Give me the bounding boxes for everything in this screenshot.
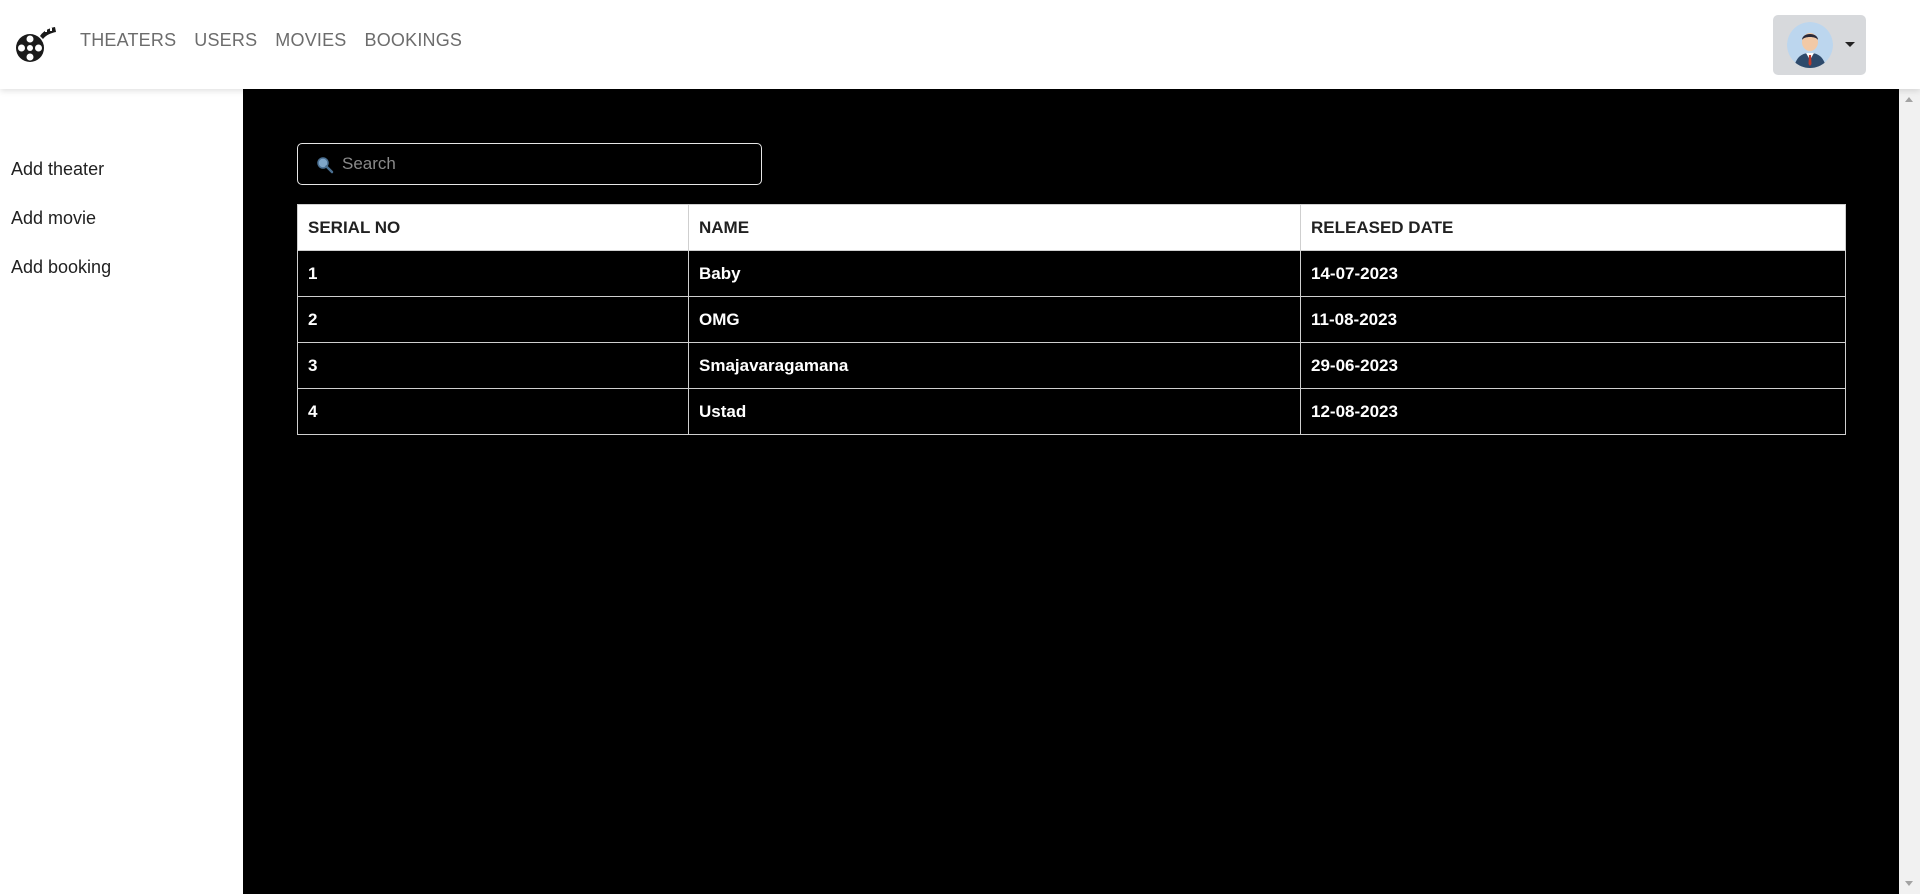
chevron-down-icon xyxy=(1845,42,1855,47)
sidebar: Add theater Add movie Add booking xyxy=(0,89,243,894)
table-header-row: SERIAL NO NAME RELEASED DATE xyxy=(297,204,1846,251)
cell-serial-no: 3 xyxy=(297,342,689,389)
top-navbar: THEATERS USERS MOVIES BOOKINGS xyxy=(0,0,1920,89)
cell-released-date: 11-08-2023 xyxy=(1300,296,1846,343)
nav-movies[interactable]: MOVIES xyxy=(275,30,346,51)
vertical-scrollbar[interactable] xyxy=(1899,89,1920,894)
scroll-down-arrow-icon[interactable] xyxy=(1905,881,1913,886)
sidebar-item-add-movie[interactable]: Add movie xyxy=(11,208,96,229)
movies-table: SERIAL NO NAME RELEASED DATE 1 Baby 14-0… xyxy=(297,204,1846,435)
cell-name: Baby xyxy=(688,250,1301,297)
cell-released-date: 29-06-2023 xyxy=(1300,342,1846,389)
main-content: SERIAL NO NAME RELEASED DATE 1 Baby 14-0… xyxy=(243,89,1899,894)
header-name[interactable]: NAME xyxy=(688,204,1301,251)
film-reel-logo-icon[interactable] xyxy=(12,24,58,64)
cell-name: OMG xyxy=(688,296,1301,343)
sidebar-item-add-theater[interactable]: Add theater xyxy=(11,159,104,180)
nav-links: THEATERS USERS MOVIES BOOKINGS xyxy=(80,30,480,51)
cell-serial-no: 4 xyxy=(297,388,689,435)
search-icon xyxy=(316,156,334,174)
cell-released-date: 14-07-2023 xyxy=(1300,250,1846,297)
nav-theaters[interactable]: THEATERS xyxy=(80,30,176,51)
search-input[interactable] xyxy=(342,150,742,178)
cell-name: Ustad xyxy=(688,388,1301,435)
cell-serial-no: 2 xyxy=(297,296,689,343)
cell-serial-no: 1 xyxy=(297,250,689,297)
table-row[interactable]: 2 OMG 11-08-2023 xyxy=(297,296,1846,343)
table-row[interactable]: 3 Smajavaragamana 29-06-2023 xyxy=(297,342,1846,389)
header-serial-no[interactable]: SERIAL NO xyxy=(297,204,689,251)
nav-bookings[interactable]: BOOKINGS xyxy=(365,30,463,51)
cell-name: Smajavaragamana xyxy=(688,342,1301,389)
user-avatar-icon xyxy=(1787,22,1833,68)
search-box xyxy=(297,143,762,185)
cell-released-date: 12-08-2023 xyxy=(1300,388,1846,435)
scroll-up-arrow-icon[interactable] xyxy=(1905,97,1913,102)
user-menu-button[interactable] xyxy=(1773,15,1866,75)
table-row[interactable]: 4 Ustad 12-08-2023 xyxy=(297,388,1846,435)
table-row[interactable]: 1 Baby 14-07-2023 xyxy=(297,250,1846,297)
sidebar-item-add-booking[interactable]: Add booking xyxy=(11,257,111,278)
header-released-date[interactable]: RELEASED DATE xyxy=(1300,204,1846,251)
nav-users[interactable]: USERS xyxy=(194,30,257,51)
